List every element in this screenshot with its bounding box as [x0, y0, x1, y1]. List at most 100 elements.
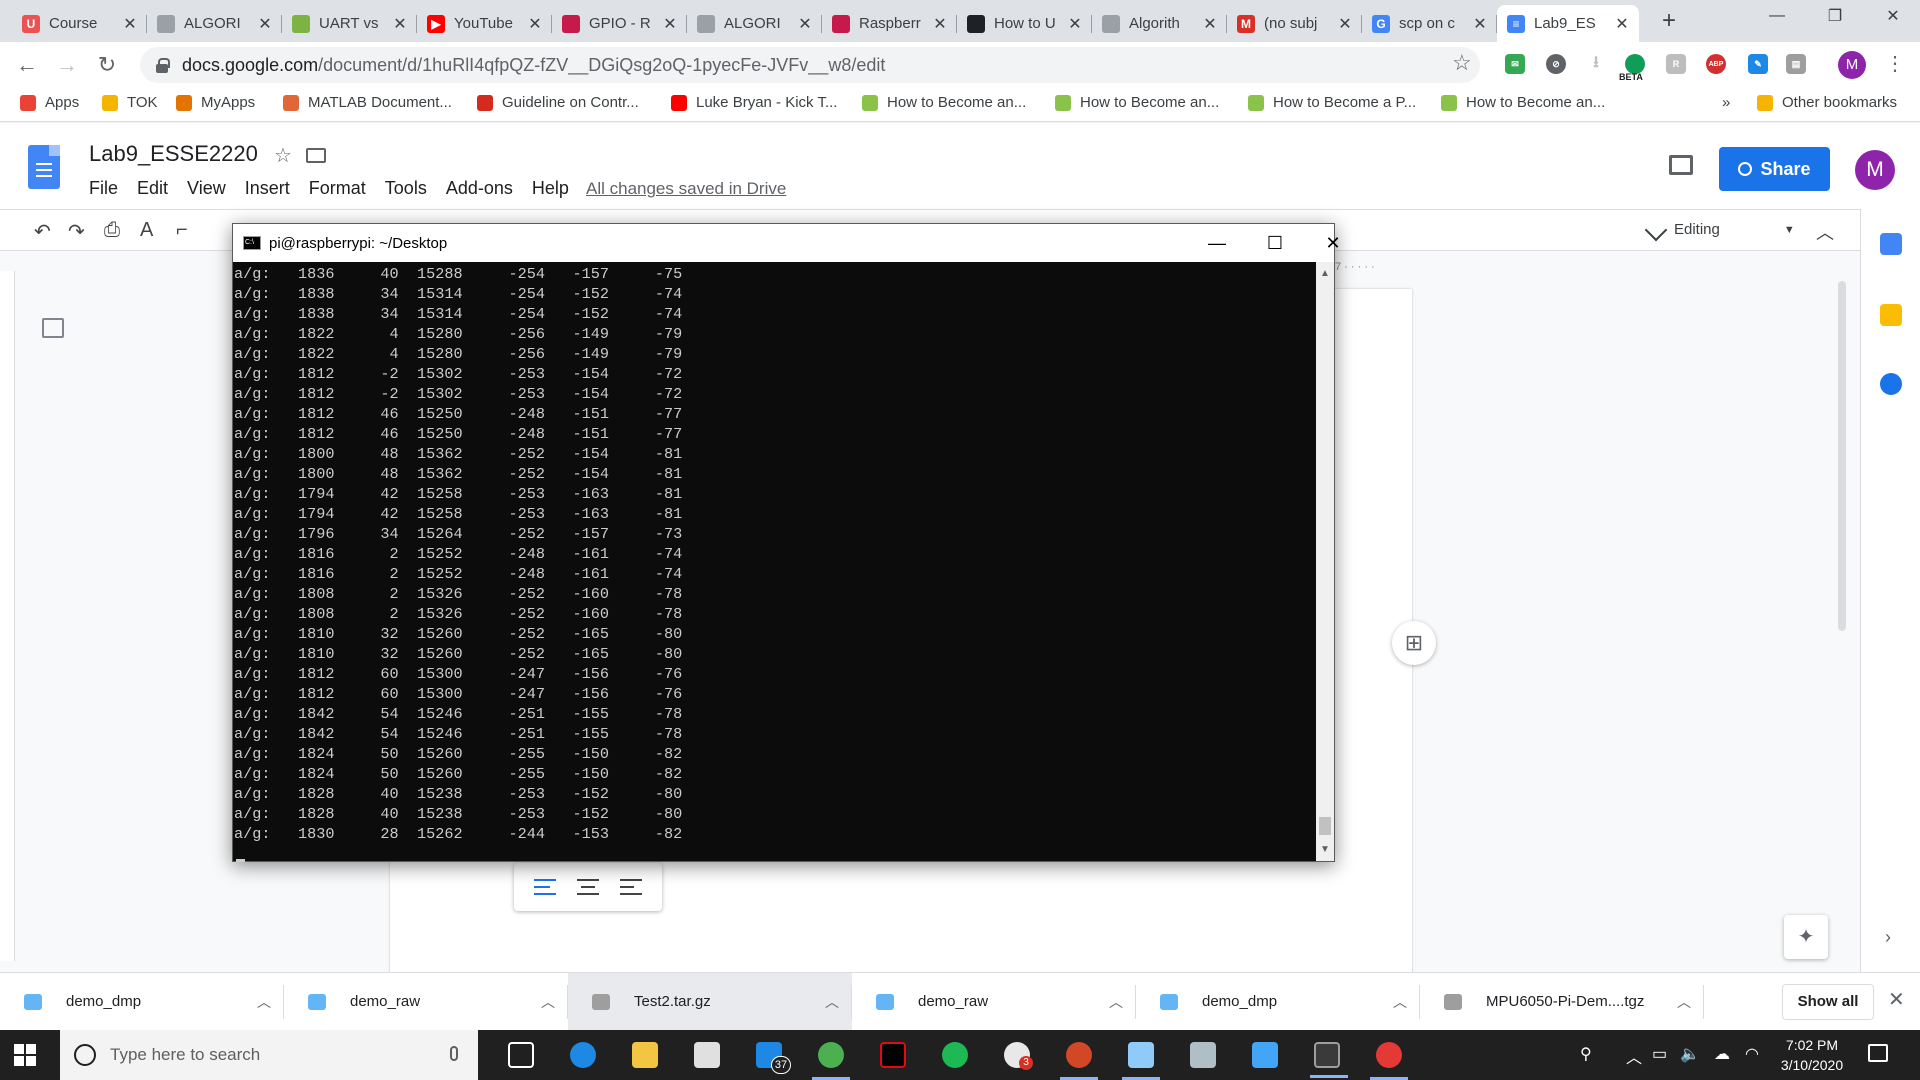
star-document-icon[interactable]: ☆	[274, 143, 292, 168]
close-tab-icon[interactable]: ✕	[391, 14, 409, 34]
comment-history-icon[interactable]	[1669, 155, 1693, 175]
close-tab-icon[interactable]: ✕	[1471, 14, 1489, 34]
browser-tab[interactable]: ▶ YouTube ✕	[417, 5, 552, 42]
extension-puzzle-icon[interactable]: ▤	[1786, 54, 1806, 74]
wifi-icon[interactable]: ◠	[1745, 1044, 1759, 1064]
menu-edit[interactable]: Edit	[137, 178, 168, 199]
scroll-thumb[interactable]	[1319, 817, 1331, 835]
battery-icon[interactable]: ▭	[1652, 1044, 1667, 1064]
netflix-icon[interactable]	[880, 1042, 906, 1068]
document-outline-icon[interactable]	[42, 318, 64, 338]
bookmark-item[interactable]: MATLAB Document...	[283, 94, 452, 111]
action-center-icon[interactable]	[1868, 1044, 1888, 1062]
bookmark-item[interactable]: How to Become a P...	[1248, 94, 1416, 111]
expand-panel-icon[interactable]: ›	[1885, 927, 1891, 948]
new-tab-button[interactable]: +	[1655, 8, 1683, 36]
chevron-up-icon[interactable]: ︿	[812, 992, 852, 1012]
bookmark-item[interactable]: TOK	[102, 94, 158, 111]
bookmark-item[interactable]: How to Become an...	[862, 94, 1026, 111]
tasks-icon[interactable]	[1880, 373, 1902, 395]
document-scrollbar[interactable]	[1838, 281, 1846, 631]
browser-tab[interactable]: UART vs ✕	[282, 5, 417, 42]
back-button[interactable]: ←	[12, 50, 42, 80]
close-tab-icon[interactable]: ✕	[1201, 14, 1219, 34]
people-icon[interactable]: ⚲	[1580, 1044, 1592, 1064]
terminal-title-bar[interactable]: C:\ pi@raspberrypi: ~/Desktop	[233, 224, 1334, 262]
browser-tab[interactable]: M (no subj ✕	[1227, 5, 1362, 42]
close-tab-icon[interactable]: ✕	[121, 14, 139, 34]
download-item[interactable]: demo_raw ︿	[852, 973, 1136, 1030]
chrome-profile-avatar[interactable]: M	[1838, 51, 1866, 79]
bookmark-item[interactable]: Luke Bryan - Kick T...	[671, 94, 837, 111]
calendar-icon[interactable]	[1880, 233, 1902, 255]
terminal-window[interactable]: C:\ pi@raspberrypi: ~/Desktop — ☐ ✕ a/g:…	[232, 223, 1341, 862]
bookmark-item[interactable]: MyApps	[176, 94, 255, 111]
scroll-up-icon[interactable]: ▲	[1320, 268, 1330, 279]
chevron-up-icon[interactable]: ︿	[1664, 992, 1704, 1012]
terminal-minimize-button[interactable]: —	[1188, 224, 1246, 262]
browser-tab[interactable]: How to U ✕	[957, 5, 1092, 42]
menu-view[interactable]: View	[187, 178, 226, 199]
spotify-icon[interactable]	[942, 1042, 968, 1068]
close-tab-icon[interactable]: ✕	[796, 14, 814, 34]
chrome-menu-icon[interactable]: ⋮	[1885, 51, 1905, 76]
extension-pen-icon[interactable]: ✎	[1748, 54, 1768, 74]
reload-button[interactable]: ↻	[92, 50, 122, 80]
chrome-icon[interactable]	[812, 1042, 850, 1080]
powerpoint-icon[interactable]	[1060, 1042, 1098, 1080]
store-icon[interactable]	[694, 1042, 720, 1068]
close-window-button[interactable]: ✕	[1864, 0, 1920, 32]
document-title[interactable]: Lab9_ESSE2220	[89, 141, 258, 167]
print-icon[interactable]: ⎙	[104, 219, 120, 242]
browser-tab[interactable]: Gscp on c ✕	[1362, 5, 1497, 42]
google-docs-logo-icon[interactable]	[28, 145, 60, 189]
download-icon[interactable]: ⭳	[1586, 54, 1606, 74]
close-tab-icon[interactable]: ✕	[931, 14, 949, 34]
terminal-output[interactable]: a/g: 1836 40 15288 -254 -157 -75 a/g: 1838 34 1531…	[233, 262, 1316, 861]
bookmark-star-icon[interactable]: ☆	[1452, 50, 1472, 76]
browser-tab[interactable]: Raspberr ✕	[822, 5, 957, 42]
adblock-plus-icon[interactable]: ABP	[1706, 54, 1726, 74]
menu-file[interactable]: File	[89, 178, 118, 199]
windows-start-icon[interactable]	[14, 1044, 36, 1066]
undo-icon[interactable]: ↶	[34, 219, 51, 244]
eraser-app-icon[interactable]	[1190, 1042, 1216, 1068]
menu-tools[interactable]: Tools	[385, 178, 427, 199]
bookmarks-overflow-button[interactable]: »	[1722, 94, 1730, 111]
close-tab-icon[interactable]: ✕	[256, 14, 274, 34]
chevron-up-icon[interactable]: ︿	[528, 992, 568, 1012]
forward-button[interactable]: →	[52, 50, 82, 80]
account-avatar[interactable]: M	[1855, 150, 1895, 190]
add-comment-icon[interactable]: ⊞	[1392, 621, 1436, 665]
paint-format-icon[interactable]: ⌐	[176, 219, 188, 242]
close-tab-icon[interactable]: ✕	[661, 14, 679, 34]
volume-icon[interactable]: 🔈	[1680, 1044, 1700, 1064]
terminal-taskbar-icon[interactable]	[1310, 1042, 1348, 1078]
close-downloads-icon[interactable]: ✕	[1888, 987, 1905, 1012]
red-app-icon[interactable]	[1370, 1042, 1408, 1080]
menu-insert[interactable]: Insert	[245, 178, 290, 199]
chevron-up-icon[interactable]: ︿	[244, 992, 284, 1012]
spellcheck-icon[interactable]: A	[140, 219, 153, 242]
edge-icon[interactable]	[570, 1042, 596, 1068]
align-left-icon[interactable]	[534, 879, 557, 895]
terminal-maximize-button[interactable]: ☐	[1246, 224, 1304, 262]
close-tab-icon[interactable]: ✕	[1613, 14, 1631, 34]
taskbar-search-box[interactable]: Type here to search	[60, 1030, 478, 1080]
move-to-folder-icon[interactable]	[306, 148, 326, 163]
menu-help[interactable]: Help	[532, 178, 569, 199]
restore-window-button[interactable]: ❐	[1806, 0, 1864, 32]
share-button[interactable]: Share	[1719, 147, 1830, 191]
keep-icon[interactable]	[1880, 304, 1902, 326]
address-bar[interactable]: docs.google.com/document/d/1huRlI4qfpQZ-…	[140, 47, 1480, 83]
show-hidden-icons[interactable]: ︿	[1626, 1044, 1642, 1068]
extension-mail-icon[interactable]: ✉	[1505, 54, 1525, 74]
mode-selector[interactable]: Editing ▼	[1644, 218, 1795, 241]
virtualbox-icon[interactable]	[1122, 1042, 1160, 1080]
menu-format[interactable]: Format	[309, 178, 366, 199]
save-status[interactable]: All changes saved in Drive	[586, 179, 786, 199]
browser-tab[interactable]: Algorith ✕	[1092, 5, 1227, 42]
download-item[interactable]: MPU6050-Pi-Dem....tgz ︿	[1420, 973, 1704, 1030]
download-item[interactable]: demo_raw ︿	[284, 973, 568, 1030]
bookmark-item[interactable]: Guideline on Contr...	[477, 94, 639, 111]
